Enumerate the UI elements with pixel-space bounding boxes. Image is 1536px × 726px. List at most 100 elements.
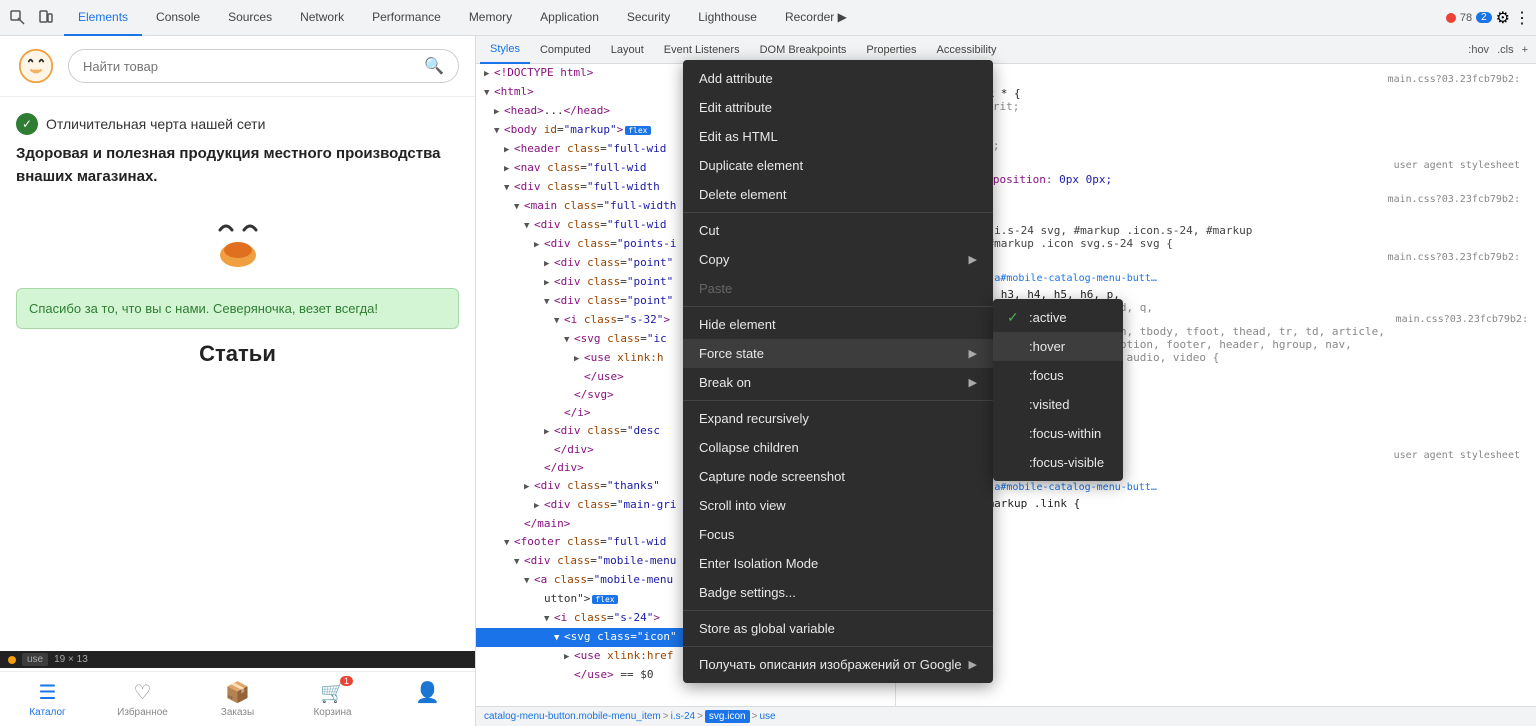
subtab-layout[interactable]: Layout bbox=[601, 36, 654, 64]
devtools-tabs: Elements Console Sources Network Perform… bbox=[64, 0, 1440, 36]
menu-divider-5 bbox=[683, 646, 993, 647]
breadcrumb-use[interactable]: use bbox=[759, 711, 775, 722]
menu-add-attribute[interactable]: Add attribute bbox=[683, 64, 993, 93]
style-bg-position: background-position: 0px 0px; bbox=[904, 173, 1528, 186]
menu-google-desc[interactable]: Получать описания изображений от Google … bbox=[683, 650, 993, 679]
menu-duplicate-element[interactable]: Duplicate element bbox=[683, 151, 993, 180]
devtools-topbar: Elements Console Sources Network Perform… bbox=[0, 0, 1536, 36]
menu-break-on-arrow: ▶ bbox=[969, 376, 977, 389]
breadcrumb-svg-icon[interactable]: svg.icon bbox=[705, 710, 750, 723]
submenu-visited[interactable]: ✓ :visited bbox=[993, 390, 1123, 419]
submenu-focus-within-check: ✓ bbox=[1007, 425, 1023, 442]
tab-elements[interactable]: Elements bbox=[64, 0, 142, 36]
hov-button[interactable]: :hov bbox=[1464, 44, 1493, 56]
style-source-ua1: user agent stylesheet bbox=[904, 158, 1528, 173]
nav-label-cart: Корзина bbox=[313, 707, 351, 718]
nav-item-orders[interactable]: 📦 Заказы bbox=[190, 672, 285, 726]
tab-memory[interactable]: Memory bbox=[455, 0, 526, 36]
menu-edit-as-html[interactable]: Edit as HTML bbox=[683, 122, 993, 151]
submenu-active[interactable]: ✓ :active bbox=[993, 303, 1123, 332]
menu-break-on[interactable]: Break on ▶ bbox=[683, 368, 993, 397]
submenu-active-label: :active bbox=[1029, 310, 1067, 325]
menu-store-global[interactable]: Store as global variable bbox=[683, 614, 993, 643]
menu-expand-recursively[interactable]: Expand recursively bbox=[683, 404, 993, 433]
site-header: 🔍 bbox=[0, 36, 475, 97]
error-dot-badge bbox=[1446, 13, 1456, 23]
tab-console[interactable]: Console bbox=[142, 0, 214, 36]
tab-recorder[interactable]: Recorder ▶ bbox=[771, 0, 861, 36]
submenu-hover[interactable]: ✓ :hover bbox=[993, 332, 1123, 361]
menu-google-desc-arrow: ▶ bbox=[969, 658, 977, 671]
site-logo bbox=[16, 46, 56, 86]
breadcrumb-catalog[interactable]: catalog-menu-button.mobile-menu_item bbox=[484, 711, 661, 722]
tab-lighthouse[interactable]: Lighthouse bbox=[684, 0, 771, 36]
nav-item-catalog[interactable]: ☰ Каталог bbox=[0, 672, 95, 726]
settings-icon[interactable]: ⚙ bbox=[1496, 8, 1510, 28]
menu-focus[interactable]: Focus bbox=[683, 520, 993, 549]
style-source-2[interactable]: main.css?03.23fcb79b2: bbox=[904, 192, 1528, 207]
menu-badge-settings[interactable]: Badge settings... bbox=[683, 578, 993, 607]
breadcrumb-i-s24[interactable]: i.s-24 bbox=[671, 711, 695, 722]
more-options-icon[interactable]: ⋮ bbox=[1514, 8, 1530, 28]
breadcrumb-sep-3: > bbox=[752, 711, 758, 722]
status-tag: use bbox=[22, 653, 48, 666]
add-style-button[interactable]: + bbox=[1518, 44, 1532, 56]
nav-item-profile[interactable]: 👤 bbox=[380, 672, 475, 726]
site-bold-text: Здоровая и полезная продукция местного п… bbox=[16, 143, 459, 188]
subtab-computed[interactable]: Computed bbox=[530, 36, 601, 64]
site-section-title: Статьи bbox=[16, 341, 459, 367]
submenu-focus-within[interactable]: ✓ :focus-within bbox=[993, 419, 1123, 448]
menu-delete-element[interactable]: Delete element bbox=[683, 180, 993, 209]
submenu-focus-visible[interactable]: ✓ :focus-visible bbox=[993, 448, 1123, 477]
inspect-icon[interactable] bbox=[6, 6, 30, 30]
menu-paste[interactable]: Paste bbox=[683, 274, 993, 303]
subtab-styles[interactable]: Styles bbox=[480, 36, 530, 64]
style-source-1[interactable]: main.css?03.23fcb79b2: bbox=[904, 72, 1528, 87]
style-inherited-header: Inherited from a#mobile-catalog-menu-but… bbox=[904, 273, 1528, 284]
tab-application[interactable]: Application bbox=[526, 0, 613, 36]
submenu-hover-label: :hover bbox=[1029, 339, 1065, 354]
site-bottom-nav: ☰ Каталог ♡ Избранное 📦 Заказы 🛒1 Корзин… bbox=[0, 671, 475, 726]
nav-item-favorites[interactable]: ♡ Избранное bbox=[95, 672, 190, 726]
menu-capture-screenshot[interactable]: Capture node screenshot bbox=[683, 462, 993, 491]
style-source-3[interactable]: main.css?03.23fcb79b2: bbox=[904, 250, 1528, 265]
nav-label-favorites: Избранное bbox=[117, 707, 168, 718]
menu-force-state[interactable]: Force state ▶ bbox=[683, 339, 993, 368]
style-rule-markup-a: Inherited from a#mobile-catalog-menu-but… bbox=[904, 482, 1528, 510]
cls-button[interactable]: .cls bbox=[1493, 44, 1518, 56]
submenu-visited-check: ✓ bbox=[1007, 396, 1023, 413]
submenu-focus-visible-label: :focus-visible bbox=[1029, 455, 1104, 470]
search-input[interactable] bbox=[83, 59, 424, 74]
menu-cut[interactable]: Cut bbox=[683, 216, 993, 245]
submenu-hover-check: ✓ bbox=[1007, 338, 1023, 355]
tab-network[interactable]: Network bbox=[286, 0, 358, 36]
style-selector-complex2: svg.s-24, #markup .icon svg.s-24 svg { bbox=[904, 237, 1528, 250]
tab-sources[interactable]: Sources bbox=[214, 0, 286, 36]
site-check-item: ✓ Отличительная черта нашей сети bbox=[16, 113, 459, 135]
menu-scroll-into-view[interactable]: Scroll into view bbox=[683, 491, 993, 520]
menu-copy[interactable]: Copy ▶ bbox=[683, 245, 993, 274]
menu-edit-attribute[interactable]: Edit attribute bbox=[683, 93, 993, 122]
search-icon: 🔍 bbox=[424, 56, 444, 76]
style-selector-1: #markup .link * { bbox=[904, 87, 1528, 100]
nav-item-cart[interactable]: 🛒1 Корзина bbox=[285, 672, 380, 726]
menu-enter-isolation[interactable]: Enter Isolation Mode bbox=[683, 549, 993, 578]
site-search-bar[interactable]: 🔍 bbox=[68, 49, 459, 83]
site-mascot bbox=[16, 200, 459, 280]
devtools-bottom-bar: catalog-menu-button.mobile-menu_item > i… bbox=[476, 706, 1536, 726]
menu-hide-element[interactable]: Hide element bbox=[683, 310, 993, 339]
tab-security[interactable]: Security bbox=[613, 0, 684, 36]
menu-collapse-children[interactable]: Collapse children bbox=[683, 433, 993, 462]
status-dimensions: 19 × 13 bbox=[54, 654, 88, 665]
main-area: 🔍 ✓ Отличительная черта нашей сети Здоро… bbox=[0, 36, 1536, 726]
style-color-rule: color: inherit; bbox=[904, 100, 1528, 113]
style-rule-2: main.css?03.23fcb79b2: svg.icon bbox=[904, 192, 1528, 220]
device-toggle-icon[interactable] bbox=[34, 6, 58, 30]
submenu-focus[interactable]: ✓ :focus bbox=[993, 361, 1123, 390]
style-markup-a-selector: #markup a, #markup .link { bbox=[904, 497, 1528, 510]
force-state-submenu: ✓ :active ✓ :hover ✓ :focus ✓ :visited ✓… bbox=[993, 299, 1123, 481]
badge-78: 78 bbox=[1460, 12, 1472, 24]
style-herit2: herit; bbox=[904, 126, 1528, 139]
menu-divider-4 bbox=[683, 610, 993, 611]
tab-performance[interactable]: Performance bbox=[358, 0, 455, 36]
